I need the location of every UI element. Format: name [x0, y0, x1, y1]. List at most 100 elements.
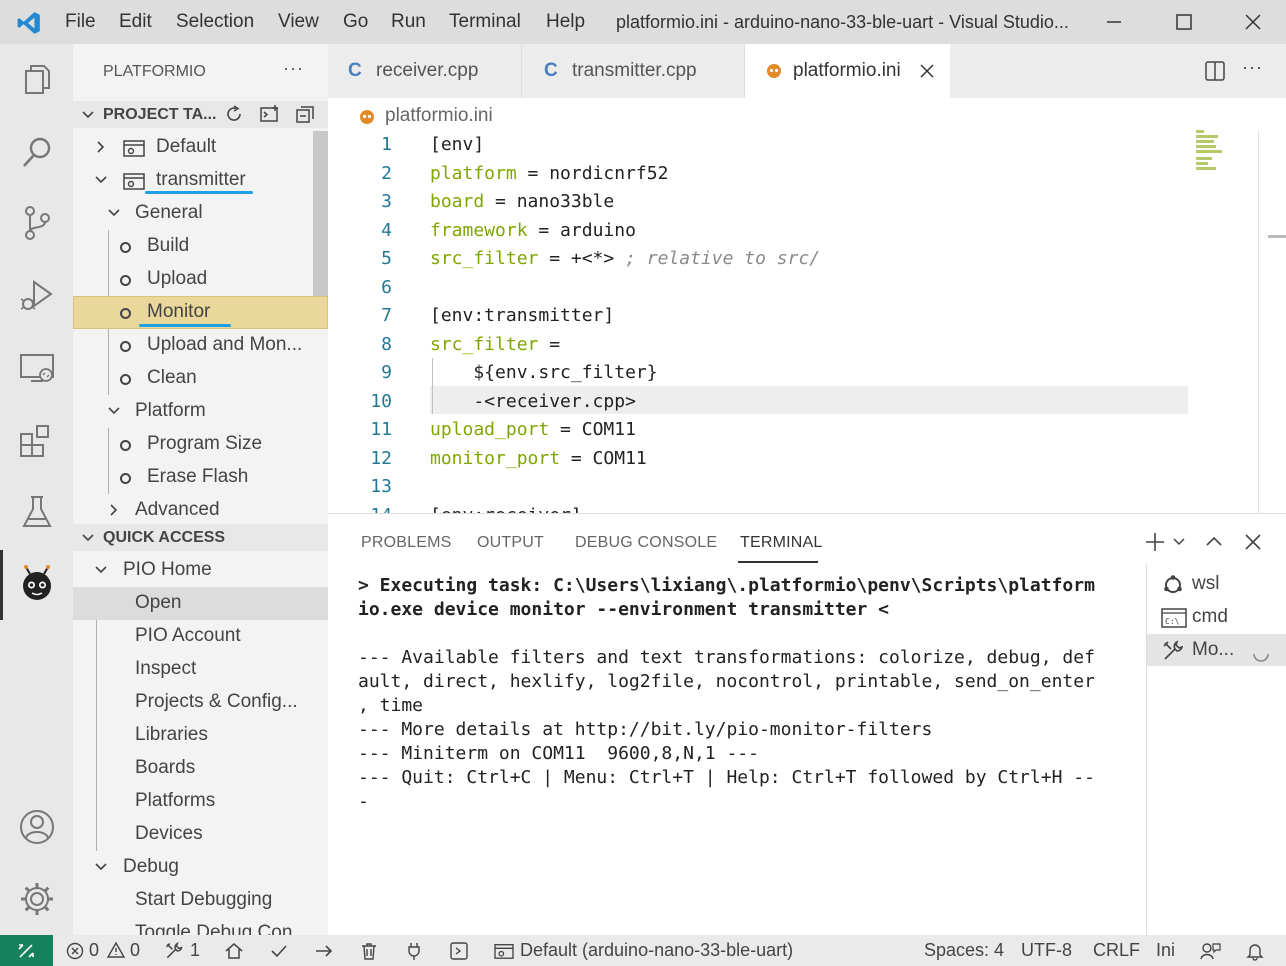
notifications-bell-icon[interactable]: [1245, 941, 1265, 961]
maximize-panel-icon[interactable]: [1204, 532, 1224, 552]
tab-receiver-cpp[interactable]: C receiver.cpp: [328, 44, 522, 98]
tab-platformio-ini[interactable]: platformio.ini: [745, 44, 950, 98]
warning-icon[interactable]: [106, 941, 126, 959]
breadcrumb[interactable]: platformio.ini: [385, 105, 493, 127]
explorer-icon[interactable]: [16, 59, 58, 101]
bottom-panel: PROBLEMS OUTPUT DEBUG CONSOLE TERMINAL >…: [328, 513, 1286, 936]
menu-file[interactable]: File: [65, 11, 96, 33]
quick-start-debugging[interactable]: Start Debugging: [73, 884, 328, 917]
annotation-underline: [139, 324, 231, 327]
cpp-file-icon: C: [544, 60, 558, 81]
menu-selection[interactable]: Selection: [176, 11, 254, 33]
task-upload[interactable]: Upload: [73, 263, 328, 296]
testing-flask-icon[interactable]: [16, 491, 58, 533]
tree-item-debug[interactable]: Debug: [73, 851, 328, 884]
more-actions-icon[interactable]: ···: [283, 58, 304, 79]
task-clean[interactable]: Clean: [73, 362, 328, 395]
quick-projects-config[interactable]: Projects & Config...: [73, 686, 328, 719]
task-count[interactable]: 1: [190, 940, 200, 961]
project-tasks-header[interactable]: PROJECT TA...: [73, 101, 328, 128]
new-terminal-icon[interactable]: [259, 103, 281, 125]
terminal-icon[interactable]: [449, 941, 469, 961]
panel-tab-problems[interactable]: PROBLEMS: [361, 534, 452, 552]
editor-more-actions-icon[interactable]: ···: [1242, 57, 1263, 78]
plug-icon[interactable]: [404, 941, 424, 961]
new-terminal-plus-icon[interactable]: [1144, 531, 1166, 553]
split-editor-icon[interactable]: [1204, 60, 1226, 82]
menu-help[interactable]: Help: [546, 11, 585, 33]
close-tab-icon[interactable]: [919, 63, 935, 79]
close-panel-icon[interactable]: [1243, 532, 1263, 552]
quick-platforms[interactable]: Platforms: [73, 785, 328, 818]
source-control-icon[interactable]: [16, 202, 58, 244]
quick-access-header[interactable]: QUICK ACCESS: [73, 524, 328, 551]
terminal-line: -: [358, 791, 369, 812]
menu-run[interactable]: Run: [391, 11, 426, 33]
gear-icon[interactable]: [16, 878, 58, 920]
code-editor[interactable]: platformio.ini 1 [env] 2 platform = nordicn…: [328, 98, 1286, 513]
menu-go[interactable]: Go: [343, 11, 368, 33]
task-program-size[interactable]: Program Size: [73, 428, 328, 461]
panel-tab-output[interactable]: OUTPUT: [477, 534, 544, 552]
account-icon[interactable]: [16, 806, 58, 848]
collapse-all-icon[interactable]: [295, 103, 317, 125]
tab-label: platformio.ini: [793, 60, 901, 81]
task-build[interactable]: Build: [73, 230, 328, 263]
tools-icon[interactable]: [164, 941, 184, 961]
feedback-icon[interactable]: [1199, 941, 1221, 961]
panel-tab-debug-console[interactable]: DEBUG CONSOLE: [575, 534, 717, 552]
platformio-alien-icon[interactable]: [16, 564, 58, 606]
quick-label-open: Open: [135, 592, 182, 613]
menu-view[interactable]: View: [278, 11, 319, 33]
error-icon[interactable]: [66, 942, 84, 960]
remote-button[interactable]: [0, 935, 53, 966]
upload-arrow-icon[interactable]: [314, 941, 334, 961]
editor-scrollbar-track[interactable]: [1258, 130, 1259, 513]
tree-item-advanced[interactable]: Advanced: [73, 494, 328, 523]
quick-devices[interactable]: Devices: [73, 818, 328, 851]
quick-pio-account[interactable]: PIO Account: [73, 620, 328, 653]
task-upload-and-monitor[interactable]: Upload and Mon...: [73, 329, 328, 362]
language-mode[interactable]: Ini: [1156, 940, 1175, 961]
minimap[interactable]: [1196, 130, 1226, 170]
terminal-item-monitor[interactable]: Mo...: [1147, 634, 1286, 666]
warning-count[interactable]: 0: [130, 940, 140, 961]
quick-boards[interactable]: Boards: [73, 752, 328, 785]
terminal-output[interactable]: > Executing task: C:\Users\lixiang\.plat…: [358, 574, 1118, 814]
maximize-icon[interactable]: [1172, 10, 1196, 34]
extensions-icon[interactable]: [16, 419, 58, 461]
eol-setting[interactable]: CRLF: [1093, 940, 1140, 961]
menu-terminal[interactable]: Terminal: [449, 11, 521, 33]
tree-item-general[interactable]: General: [73, 197, 328, 230]
code-line: upload_port = COM11: [430, 419, 636, 440]
error-count[interactable]: 0: [89, 940, 99, 961]
tree-item-default[interactable]: Default: [73, 131, 328, 164]
status-bar: 0 0 1 Default (arduino-nano-33-ble-uart)…: [0, 935, 1286, 966]
build-check-icon[interactable]: [269, 941, 289, 961]
tree-item-pio-home[interactable]: PIO Home: [73, 554, 328, 587]
tab-transmitter-cpp[interactable]: C transmitter.cpp: [522, 44, 745, 98]
minimize-icon[interactable]: [1102, 10, 1126, 34]
close-window-icon[interactable]: [1241, 10, 1265, 34]
quick-toggle-debug[interactable]: Toggle Debug Con...: [73, 917, 328, 935]
indentation-setting[interactable]: Spaces: 4: [924, 940, 1004, 961]
quick-libraries[interactable]: Libraries: [73, 719, 328, 752]
quick-inspect[interactable]: Inspect: [73, 653, 328, 686]
quick-open[interactable]: Open: [73, 587, 328, 620]
trash-icon[interactable]: [359, 941, 379, 961]
search-icon[interactable]: [16, 131, 58, 173]
remote-explorer-icon[interactable]: [16, 347, 58, 389]
encoding-setting[interactable]: UTF-8: [1021, 940, 1072, 961]
project-environment[interactable]: Default (arduino-nano-33-ble-uart): [520, 940, 793, 961]
terminal-item-cmd[interactable]: C:\ cmd: [1147, 601, 1286, 633]
tree-item-platform[interactable]: Platform: [73, 395, 328, 428]
folder-gear-icon[interactable]: [494, 942, 514, 960]
refresh-icon[interactable]: [223, 103, 245, 125]
menu-edit[interactable]: Edit: [119, 11, 152, 33]
run-debug-icon[interactable]: [16, 274, 58, 316]
panel-tab-terminal[interactable]: TERMINAL: [740, 534, 823, 552]
task-erase-flash[interactable]: Erase Flash: [73, 461, 328, 494]
terminal-item-wsl[interactable]: wsl: [1147, 568, 1286, 600]
chevron-down-icon[interactable]: [1173, 536, 1185, 548]
pio-home-icon[interactable]: [224, 941, 244, 961]
